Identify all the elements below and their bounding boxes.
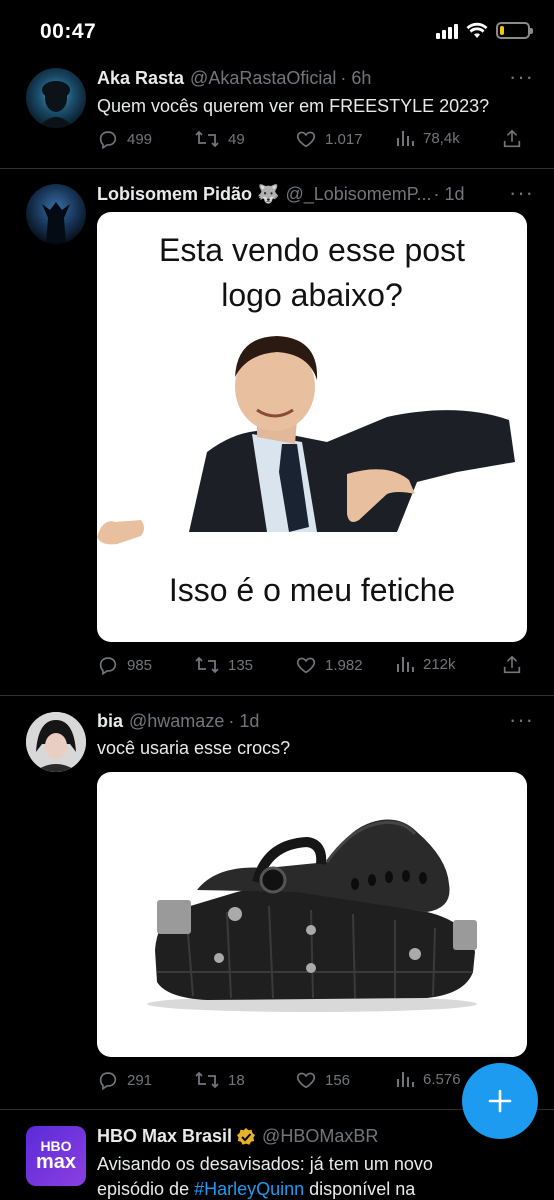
max-logo-text: max	[35, 1151, 77, 1174]
views-count: 212k	[423, 655, 456, 673]
share-button[interactable]	[501, 128, 523, 150]
reply-count: 985	[127, 656, 153, 674]
meme-photo	[97, 336, 515, 545]
more-options-icon[interactable]: ···	[509, 64, 534, 90]
wifi-icon	[466, 22, 488, 38]
retweet-button[interactable]: 49	[194, 128, 245, 150]
views-count: 6.576	[423, 1070, 461, 1088]
tweet-text-part: disponível na	[309, 1179, 416, 1199]
tweet[interactable]: Lobisomem Pidão 🐺 @_LobisomemP... · 1d ·…	[0, 169, 554, 696]
status-bar: 00:47	[0, 0, 554, 64]
like-count: 1.017	[325, 130, 363, 148]
share-button[interactable]	[501, 654, 523, 676]
share-icon	[503, 129, 521, 148]
views-button[interactable]: 212k	[395, 654, 456, 674]
retweet-button[interactable]: 18	[194, 1069, 245, 1091]
reply-button[interactable]: 291	[97, 1069, 152, 1091]
author-name[interactable]: HBO Max Brasil	[97, 1126, 232, 1147]
author-name[interactable]: Lobisomem Pidão 🐺	[97, 184, 279, 205]
tweet-header: bia @hwamaze · 1d ···	[97, 707, 534, 732]
reply-button[interactable]: 985	[97, 654, 152, 676]
tweet-actions: 985 135 1.982 212k	[97, 654, 527, 678]
views-icon	[397, 131, 414, 146]
tweet-text: você usaria esse crocs?	[97, 738, 291, 758]
views-button[interactable]: 78,4k	[395, 128, 460, 148]
heart-icon	[296, 131, 316, 148]
retweet-icon	[195, 1071, 219, 1089]
share-icon	[503, 655, 521, 674]
like-button[interactable]: 156	[295, 1069, 350, 1091]
more-options-icon[interactable]: ···	[509, 180, 534, 206]
retweet-count: 18	[228, 1071, 245, 1089]
status-time: 00:47	[40, 20, 97, 43]
views-button[interactable]: 6.576	[395, 1069, 461, 1089]
tweet-image[interactable]: Esta vendo esse post logo abaixo? Isso é…	[97, 212, 527, 642]
heart-icon	[296, 657, 316, 674]
reply-count: 499	[127, 130, 153, 148]
like-count: 1.982	[325, 656, 363, 674]
retweet-icon	[195, 130, 219, 148]
retweet-icon	[195, 656, 219, 674]
avatar[interactable]	[26, 68, 86, 128]
tweet-image[interactable]	[97, 772, 527, 1057]
crocs-photo	[147, 819, 477, 1012]
tweet-actions: 291 18 156 6.576	[97, 1069, 527, 1093]
tweet-actions: 499 49 1.017 78,4k	[97, 128, 527, 152]
tweet-time: · 1d	[433, 184, 465, 204]
avatar[interactable]	[26, 712, 86, 772]
retweet-count: 49	[228, 130, 245, 148]
more-options-icon[interactable]: ···	[509, 707, 534, 733]
retweet-count: 135	[228, 656, 254, 674]
reply-icon	[99, 1072, 117, 1091]
compose-tweet-button[interactable]	[462, 1063, 538, 1139]
reply-count: 291	[127, 1071, 153, 1089]
reply-icon	[99, 657, 117, 676]
like-button[interactable]: 1.982	[295, 654, 363, 676]
tweet-text-line-1: Avisando os desavisados: já tem um novo	[97, 1154, 433, 1174]
tweet-header: Aka Rasta @AkaRastaOficial · 6h ···	[97, 64, 534, 89]
status-icons	[436, 22, 533, 39]
reply-button[interactable]: 499	[97, 128, 152, 150]
tweet-text: Quem vocês querem ver em FREESTYLE 2023?	[97, 96, 490, 116]
signal-icon	[436, 23, 458, 39]
views-count: 78,4k	[423, 129, 460, 147]
author-handle[interactable]: @hwamaze	[129, 711, 224, 732]
retweet-button[interactable]: 135	[194, 654, 253, 676]
author-name[interactable]: Aka Rasta	[97, 68, 184, 89]
author-name[interactable]: bia	[97, 711, 123, 732]
meme-top-text-2: logo abaixo?	[221, 277, 403, 313]
heart-icon	[296, 1072, 316, 1089]
author-handle[interactable]: @HBOMaxBR	[262, 1126, 378, 1147]
tweet-text: Avisando os desavisados: já tem um novo …	[97, 1152, 534, 1200]
tweet[interactable]: Aka Rasta @AkaRastaOficial · 6h ··· Quem…	[0, 64, 554, 169]
avatar[interactable]	[26, 184, 86, 244]
verified-badge-icon	[237, 1127, 256, 1145]
tweet-header: HBO Max Brasil @HBOMaxBR	[97, 1126, 534, 1147]
meme-bottom-text: Isso é o meu fetiche	[168, 572, 456, 608]
meme-top-text-1: Esta vendo esse post	[159, 232, 465, 268]
like-count: 156	[325, 1071, 351, 1089]
tweet-text-part: episódio de	[97, 1179, 190, 1199]
tweet-time: · 6h	[340, 68, 372, 88]
reply-icon	[99, 131, 117, 150]
plus-icon	[488, 1089, 512, 1113]
tweet-text-line-2: episódio de #HarleyQuinn disponível na	[97, 1177, 534, 1200]
views-icon	[397, 1072, 414, 1087]
like-button[interactable]: 1.017	[295, 128, 363, 150]
hashtag-link[interactable]: #HarleyQuinn	[194, 1179, 304, 1199]
tweet-header: Lobisomem Pidão 🐺 @_LobisomemP... · 1d ·…	[97, 180, 534, 205]
tweet-time: · 1d	[228, 711, 260, 731]
tweet[interactable]: bia @hwamaze · 1d ··· você usaria esse c…	[0, 696, 554, 1110]
battery-icon	[496, 22, 533, 39]
views-icon	[397, 657, 414, 672]
avatar[interactable]: HBO max	[26, 1126, 86, 1186]
author-handle[interactable]: @_LobisomemP...	[285, 184, 431, 205]
author-handle[interactable]: @AkaRastaOficial	[190, 68, 336, 89]
